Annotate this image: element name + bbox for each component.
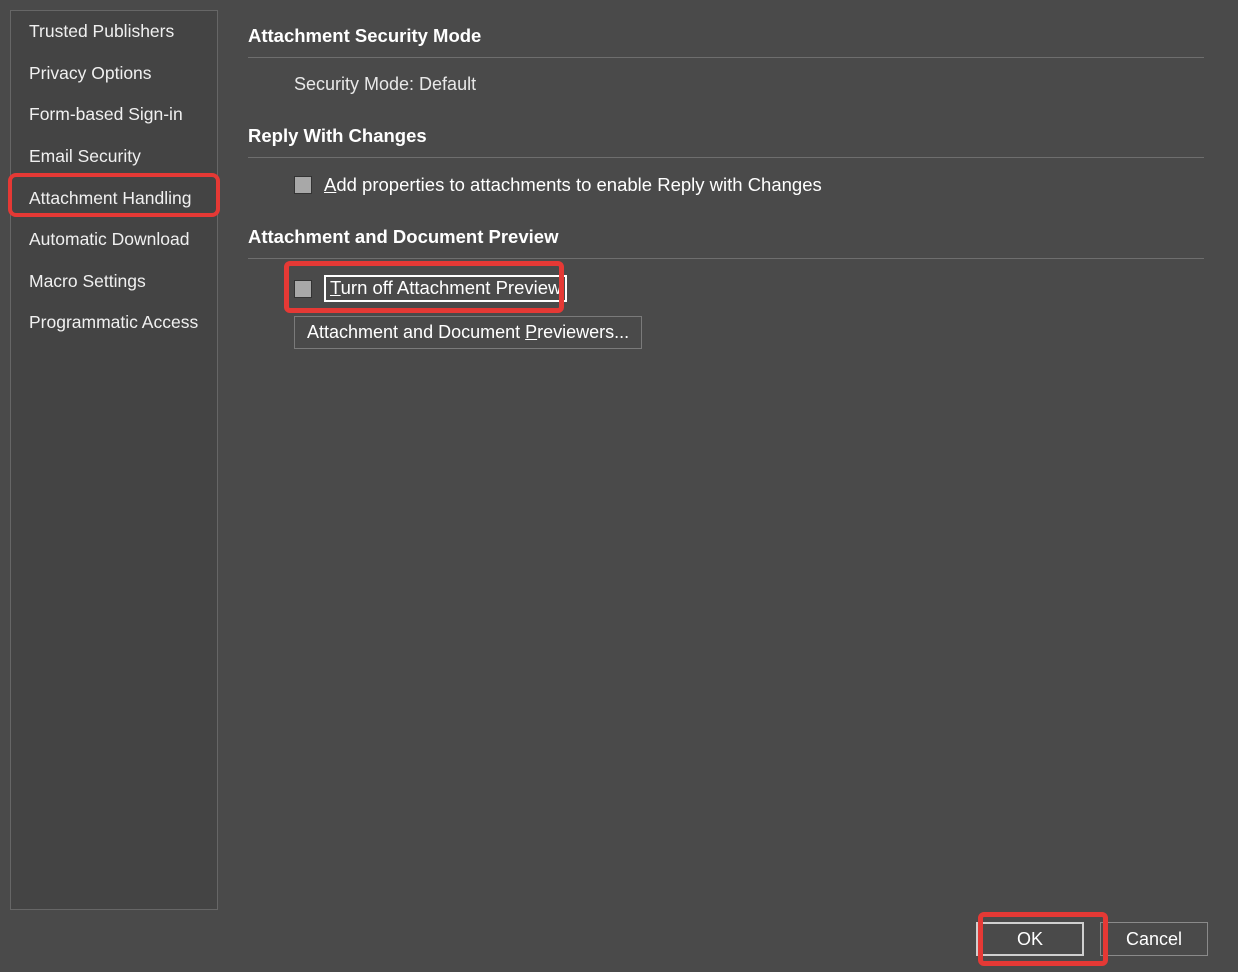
security-mode-value: Security Mode: Default [294,74,476,94]
sidebar-item-trusted-publishers[interactable]: Trusted Publishers [11,11,217,53]
cancel-button[interactable]: Cancel [1100,922,1208,956]
sidebar-item-privacy-options[interactable]: Privacy Options [11,53,217,95]
checkbox-row-add-properties[interactable]: Add properties to attachments to enable … [294,174,1204,196]
previewers-button[interactable]: Attachment and Document Previewers... [294,316,642,349]
sidebar-item-automatic-download[interactable]: Automatic Download [11,219,217,261]
section-header-attachment-security-mode: Attachment Security Mode [248,25,1204,58]
checkbox-turn-off-preview[interactable] [294,280,312,298]
sidebar-item-macro-settings[interactable]: Macro Settings [11,261,217,303]
sidebar: Trusted Publishers Privacy Options Form-… [10,10,218,910]
footer: OK Cancel [976,922,1208,956]
ok-button[interactable]: OK [976,922,1084,956]
checkbox-row-turn-off-preview[interactable]: Turn off Attachment Preview [294,275,1204,302]
checkbox-add-properties[interactable] [294,176,312,194]
checkbox-label-turn-off-preview: Turn off Attachment Preview [324,275,567,302]
section-header-attachment-preview: Attachment and Document Preview [248,226,1204,259]
sidebar-item-programmatic-access[interactable]: Programmatic Access [11,302,217,344]
checkbox-label-add-properties: Add properties to attachments to enable … [324,174,822,196]
sidebar-item-attachment-handling[interactable]: Attachment Handling [11,178,217,220]
section-header-reply-with-changes: Reply With Changes [248,125,1204,158]
sidebar-item-email-security[interactable]: Email Security [11,136,217,178]
sidebar-item-form-based-sign-in[interactable]: Form-based Sign-in [11,94,217,136]
main-panel: Attachment Security Mode Security Mode: … [248,25,1204,379]
